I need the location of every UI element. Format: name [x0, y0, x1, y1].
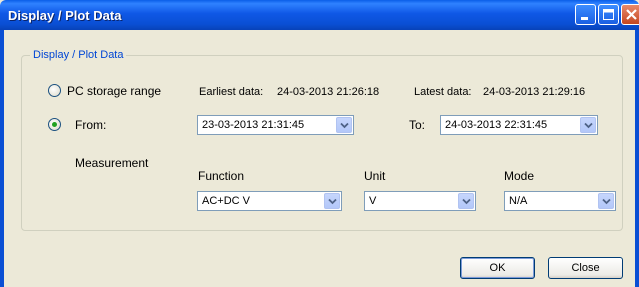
chevron-down-icon	[462, 198, 471, 205]
close-icon	[626, 9, 637, 20]
from-radio[interactable]	[48, 118, 61, 131]
dropdown-button[interactable]	[580, 117, 596, 133]
dropdown-button[interactable]	[336, 117, 352, 133]
radio-selected-dot	[52, 122, 57, 127]
maximize-button[interactable]	[598, 4, 619, 25]
chevron-down-icon	[584, 122, 593, 129]
chevron-down-icon	[328, 198, 337, 205]
dropdown-button[interactable]	[598, 193, 614, 209]
earliest-data-value: 24-03-2013 21:26:18	[277, 86, 380, 98]
minimize-button[interactable]	[575, 4, 596, 25]
latest-data-value: 24-03-2013 21:29:16	[483, 86, 586, 98]
ok-button[interactable]: OK	[460, 257, 535, 279]
unit-label: Unit	[364, 169, 386, 183]
mode-value: N/A	[509, 195, 528, 207]
earliest-data-label: Earliest data:	[199, 86, 264, 98]
function-value: AC+DC V	[202, 195, 250, 207]
mode-label: Mode	[504, 169, 535, 183]
function-dropdown[interactable]: AC+DC V	[197, 191, 342, 211]
from-date-value: 23-03-2013 21:31:45	[202, 119, 305, 131]
dropdown-button[interactable]	[458, 193, 474, 209]
measurement-label: Measurement	[75, 156, 149, 170]
unit-dropdown[interactable]: V	[364, 191, 476, 211]
from-date-dropdown[interactable]: 23-03-2013 21:31:45	[197, 115, 354, 135]
group-legend: Display / Plot Data	[30, 49, 127, 61]
chevron-down-icon	[602, 198, 611, 205]
minimize-icon	[581, 17, 588, 20]
pc-storage-radio[interactable]	[48, 84, 61, 97]
window-frame-left	[0, 30, 4, 287]
latest-data-label: Latest data:	[414, 86, 472, 98]
pc-storage-label[interactable]: PC storage range	[67, 84, 161, 98]
to-date-dropdown[interactable]: 24-03-2013 22:31:45	[440, 115, 598, 135]
title-bar[interactable]: Display / Plot Data	[0, 0, 639, 30]
window-frame-right	[635, 30, 639, 287]
window-title: Display / Plot Data	[8, 8, 122, 23]
dialog-window: Display / Plot Data Display / Plot Data …	[0, 0, 639, 287]
mode-dropdown[interactable]: N/A	[504, 191, 616, 211]
chevron-down-icon	[340, 122, 349, 129]
close-window-button[interactable]	[621, 4, 639, 25]
to-date-value: 24-03-2013 22:31:45	[445, 119, 548, 131]
dropdown-button[interactable]	[324, 193, 340, 209]
close-button[interactable]: Close	[548, 257, 623, 279]
unit-value: V	[369, 195, 377, 207]
to-label: To:	[409, 118, 426, 132]
from-label[interactable]: From:	[75, 118, 106, 132]
maximize-icon	[603, 9, 614, 20]
function-label: Function	[198, 169, 245, 183]
